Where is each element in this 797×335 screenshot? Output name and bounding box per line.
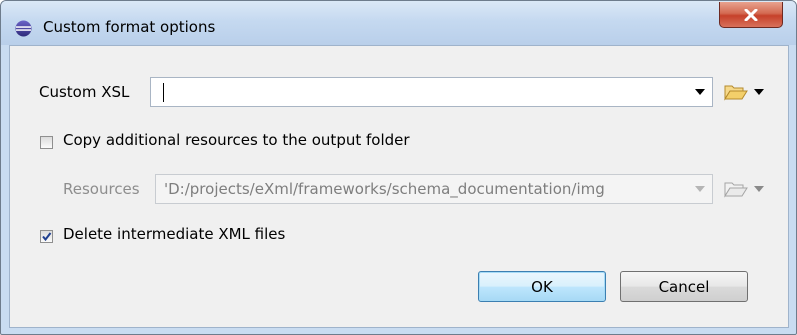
resources-combo[interactable]: 'D:/projects/eXml/frameworks/schema_docu… (155, 174, 713, 204)
ok-button[interactable]: OK (478, 271, 606, 302)
dialog-content: Custom XSL Copy additional resources to … (9, 45, 789, 328)
text-cursor (163, 83, 164, 102)
resources-value: 'D:/projects/eXml/frameworks/schema_docu… (164, 180, 605, 198)
title-bar[interactable]: Custom format options (1, 1, 796, 45)
resources-label: Resources (63, 180, 140, 198)
custom-xsl-browse-button[interactable] (722, 79, 770, 105)
checkmark-icon (42, 232, 52, 242)
close-button[interactable] (719, 2, 783, 28)
cancel-button[interactable]: Cancel (620, 271, 748, 302)
folder-icon (724, 85, 748, 101)
resources-dropdown-button[interactable] (688, 175, 712, 203)
custom-xsl-combo[interactable] (150, 77, 713, 107)
copy-resources-label[interactable]: Copy additional resources to the output … (63, 131, 410, 149)
dropdown-arrow-icon (754, 89, 764, 95)
dropdown-arrow-icon (754, 186, 764, 192)
app-icon (15, 20, 32, 37)
window-title: Custom format options (43, 18, 216, 36)
dropdown-arrow-icon (695, 186, 705, 192)
copy-resources-checkbox[interactable] (40, 136, 53, 149)
close-icon (744, 8, 758, 21)
folder-icon (724, 182, 748, 198)
resources-browse-button[interactable] (722, 176, 770, 202)
dropdown-arrow-icon (695, 89, 705, 95)
custom-xsl-label: Custom XSL (39, 83, 130, 101)
delete-intermediate-checkbox[interactable] (40, 230, 53, 243)
custom-xsl-dropdown-button[interactable] (688, 78, 712, 106)
dialog-window: Custom format options Custom XSL Copy ad… (0, 0, 797, 335)
delete-intermediate-label[interactable]: Delete intermediate XML files (63, 225, 285, 243)
